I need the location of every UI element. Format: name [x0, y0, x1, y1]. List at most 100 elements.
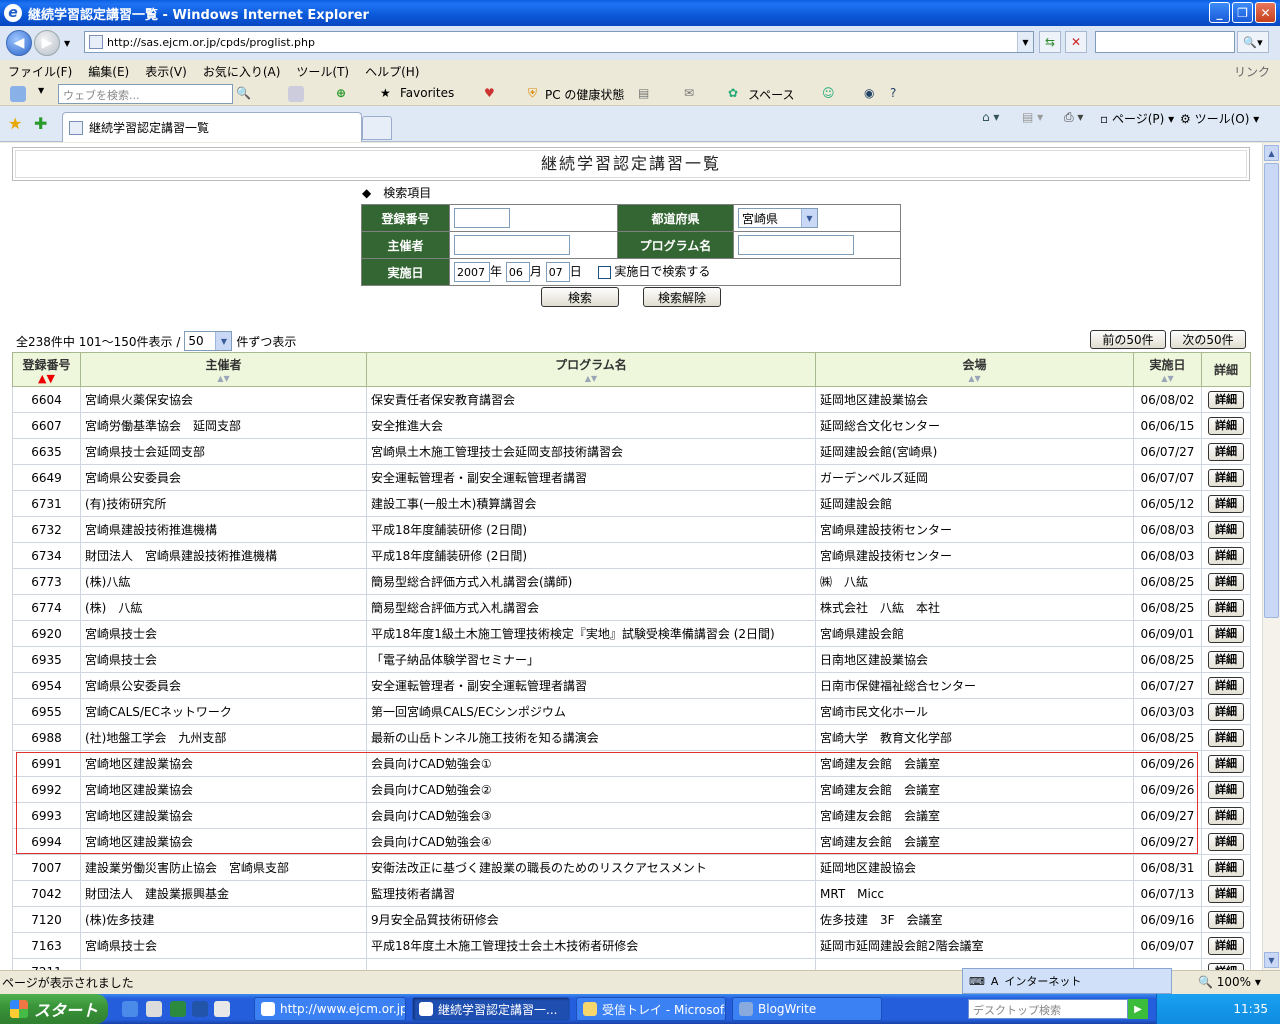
month-input[interactable]: [505, 262, 530, 282]
search-button[interactable]: 検索: [541, 287, 619, 307]
spaces-button[interactable]: スペース: [748, 86, 795, 103]
vertical-scrollbar[interactable]: ▲ ▼: [1262, 143, 1280, 970]
detail-button[interactable]: 詳細: [1208, 416, 1244, 435]
language-bar[interactable]: ⌨ A インターネット: [962, 968, 1172, 994]
detail-button[interactable]: 詳細: [1208, 780, 1244, 799]
detail-button[interactable]: 詳細: [1208, 962, 1244, 970]
address-dropdown-icon[interactable]: ▼: [1017, 32, 1033, 52]
maximize-button[interactable]: ❐: [1232, 2, 1253, 23]
date-search-checkbox[interactable]: [597, 265, 611, 279]
per-page-select[interactable]: 50 ▼: [184, 331, 233, 351]
detail-button[interactable]: 詳細: [1208, 572, 1244, 591]
favorites-button[interactable]: Favorites: [400, 86, 454, 100]
column-organizer[interactable]: 主催者 ▲▼: [80, 352, 367, 387]
column-program[interactable]: プログラム名 ▲▼: [366, 352, 816, 387]
butterfly-icon[interactable]: ♥: [484, 86, 495, 100]
menu-help[interactable]: ヘルプ(H): [357, 63, 427, 80]
close-window-button[interactable]: ✕: [1255, 2, 1276, 23]
prefecture-select[interactable]: 宮崎県 ▼: [738, 208, 818, 228]
scroll-up-icon[interactable]: ▲: [1264, 145, 1279, 161]
refresh-icon[interactable]: ⇆: [1039, 31, 1061, 53]
keyboard-icon[interactable]: ⌨: [969, 975, 985, 988]
msn-dropdown-icon[interactable]: ▼: [38, 86, 44, 95]
mail-icon[interactable]: ✉: [684, 86, 694, 100]
sort-asc-icon[interactable]: ▲▼: [13, 373, 80, 384]
people-icon[interactable]: ☺: [822, 86, 835, 100]
column-reg-no[interactable]: 登録番号 ▲▼: [12, 352, 81, 387]
detail-button[interactable]: 詳細: [1208, 624, 1244, 643]
help-icon[interactable]: ?: [890, 86, 896, 100]
day-input[interactable]: [545, 262, 570, 282]
messenger-icon[interactable]: ◉: [864, 86, 874, 100]
program-input[interactable]: [738, 235, 854, 255]
next-page-button[interactable]: 次の50件: [1170, 330, 1246, 349]
favorites-center-icon[interactable]: ★: [8, 114, 22, 133]
tab-active[interactable]: 継続学習認定講習一覧: [62, 112, 362, 142]
detail-button[interactable]: 詳細: [1208, 858, 1244, 877]
msn-icon[interactable]: [10, 86, 26, 102]
ie-quicklaunch-icon[interactable]: [122, 1001, 138, 1017]
zoom-level[interactable]: 🔍 100% ▾: [1198, 975, 1261, 989]
menu-edit[interactable]: 編集(E): [80, 63, 137, 80]
reg-no-input[interactable]: [454, 208, 510, 228]
year-input[interactable]: [454, 262, 490, 282]
detail-button[interactable]: 詳細: [1208, 832, 1244, 851]
minimize-button[interactable]: _: [1209, 2, 1230, 23]
add-favorite-icon[interactable]: ✚: [34, 114, 47, 133]
forward-button[interactable]: ▶: [34, 30, 60, 56]
print-icon[interactable]: ⎙ ▾: [1064, 110, 1083, 125]
sort-icon[interactable]: ▲▼: [367, 375, 815, 383]
organizer-input[interactable]: [454, 235, 570, 255]
menu-favorites[interactable]: お気に入り(A): [195, 63, 289, 80]
sort-icon[interactable]: ▲▼: [816, 375, 1133, 383]
desktop-search-input[interactable]: デスクトップ検索: [968, 999, 1128, 1019]
column-venue[interactable]: 会場 ▲▼: [815, 352, 1134, 387]
links-label[interactable]: リンク: [1234, 63, 1270, 80]
scroll-thumb[interactable]: [1264, 163, 1279, 618]
web-search-input[interactable]: ウェブを検索...: [58, 84, 233, 104]
detail-button[interactable]: 詳細: [1208, 442, 1244, 461]
clear-search-button[interactable]: 検索解除: [643, 287, 721, 307]
detail-button[interactable]: 詳細: [1208, 910, 1244, 929]
stop-icon[interactable]: ✕: [1065, 31, 1087, 53]
detail-button[interactable]: 詳細: [1208, 494, 1244, 513]
web-search-icon[interactable]: 🔍: [236, 86, 251, 100]
highlight-icon[interactable]: [288, 86, 304, 102]
start-button[interactable]: スタート: [0, 994, 108, 1024]
detail-button[interactable]: 詳細: [1208, 390, 1244, 409]
detail-button[interactable]: 詳細: [1208, 728, 1244, 747]
detail-button[interactable]: 詳細: [1208, 546, 1244, 565]
detail-button[interactable]: 詳細: [1208, 650, 1244, 669]
detail-button[interactable]: 詳細: [1208, 702, 1244, 721]
history-dropdown-icon[interactable]: ▼: [64, 39, 70, 48]
detail-button[interactable]: 詳細: [1208, 806, 1244, 825]
notepad-quicklaunch-icon[interactable]: [214, 1001, 230, 1017]
taskbar-item-blogwrite[interactable]: BlogWrite: [732, 997, 882, 1021]
column-date[interactable]: 実施日 ▲▼: [1133, 352, 1202, 387]
detail-button[interactable]: 詳細: [1208, 468, 1244, 487]
home-icon[interactable]: ⌂ ▾: [982, 110, 999, 124]
menu-file[interactable]: ファイル(F): [0, 63, 80, 80]
taskbar-item-outlook[interactable]: 受信トレイ - Microsof...: [576, 997, 726, 1021]
detail-button[interactable]: 詳細: [1208, 520, 1244, 539]
live-search-input[interactable]: [1095, 31, 1235, 53]
add-icon[interactable]: ⊕: [336, 86, 346, 100]
detail-button[interactable]: 詳細: [1208, 936, 1244, 955]
menu-view[interactable]: 表示(V): [137, 63, 195, 80]
pc-health-button[interactable]: PC の健康状態: [545, 86, 624, 103]
prev-page-button[interactable]: 前の50件: [1090, 330, 1166, 349]
address-bar[interactable]: http://sas.ejcm.or.jp/cpds/proglist.php …: [84, 31, 1034, 53]
page-menu[interactable]: ▫ ページ(P) ▾: [1100, 110, 1174, 127]
ime-icon[interactable]: A: [991, 975, 999, 988]
sort-icon[interactable]: ▲▼: [1134, 375, 1201, 383]
word-quicklaunch-icon[interactable]: [192, 1001, 208, 1017]
excel-quicklaunch-icon[interactable]: [170, 1001, 186, 1017]
taskbar-item-current[interactable]: 継続学習認定講習一...: [412, 997, 570, 1021]
rss-icon[interactable]: ▤: [638, 86, 649, 100]
new-tab-button[interactable]: [362, 116, 392, 140]
feeds-icon[interactable]: ▤ ▾: [1022, 110, 1043, 124]
desktop-search-go-icon[interactable]: ▶: [1128, 999, 1148, 1019]
explorer-quicklaunch-icon[interactable]: [146, 1001, 162, 1017]
taskbar-item-ejcm[interactable]: http://www.ejcm.or.jp...: [254, 997, 406, 1021]
detail-button[interactable]: 詳細: [1208, 598, 1244, 617]
